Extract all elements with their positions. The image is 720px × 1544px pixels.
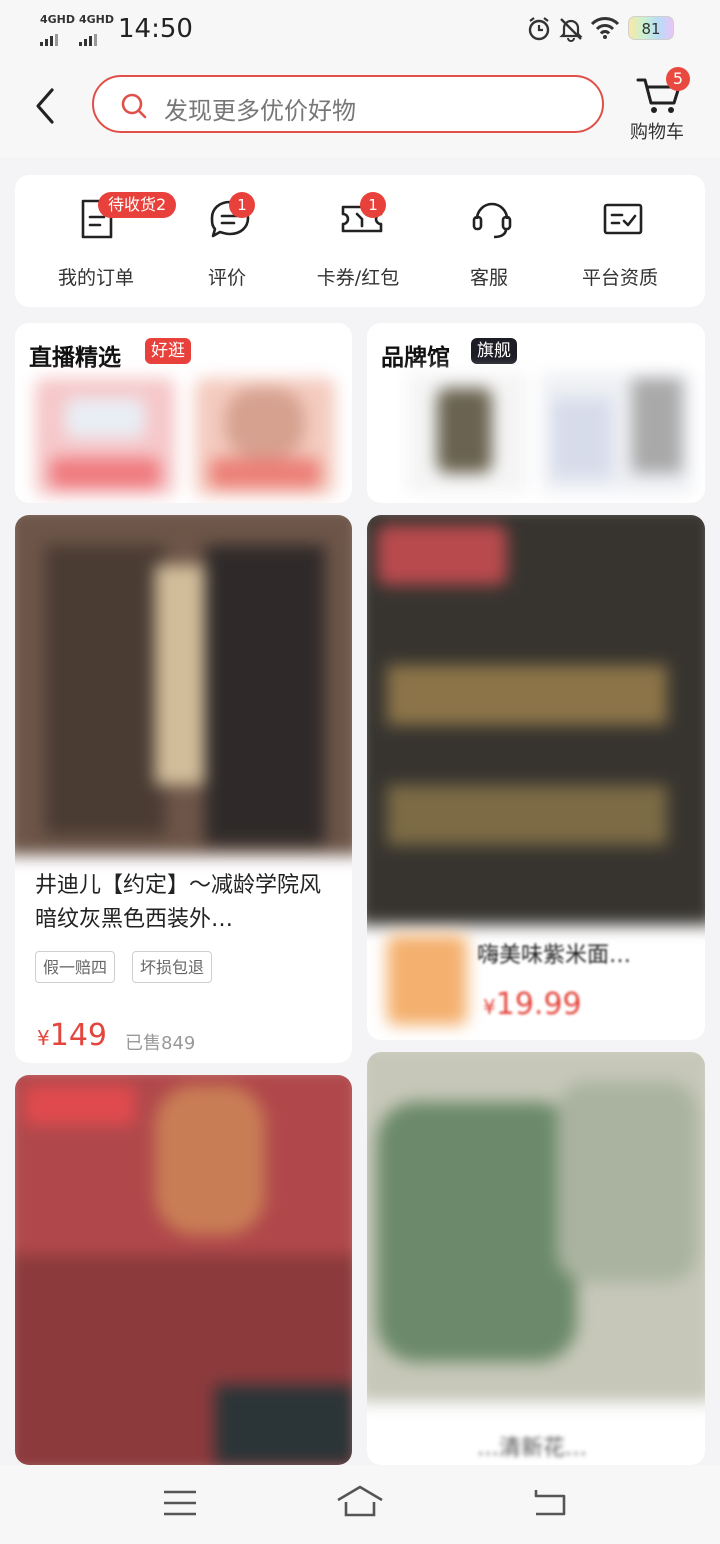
product-title: 井迪儿【约定】～减龄学院风暗纹灰黑色西装外…: [35, 873, 322, 932]
clock: 14:50: [118, 14, 193, 44]
section-title: 直播精选: [29, 345, 121, 371]
reviews-badge: 1: [229, 192, 255, 218]
certificate-icon: [603, 203, 643, 235]
sim1-label: 4GHD: [40, 13, 76, 26]
price-currency: ¥: [37, 1026, 50, 1050]
guarantee-chip: 坏损包退: [132, 951, 213, 983]
live-thumbnail: [35, 378, 175, 496]
product-price: ¥19.99: [483, 987, 582, 1022]
sim2-label: 4GHD: [79, 13, 115, 26]
brand-thumbnail: [542, 373, 692, 493]
menu-label: 客服: [469, 267, 508, 289]
search-input[interactable]: 发现更多优价好物: [92, 75, 604, 133]
live-picks-card[interactable]: 直播精选 好逛: [15, 323, 352, 503]
product-image: [15, 1075, 352, 1465]
live-thumbnail: [195, 378, 335, 496]
sold-count: 已售849: [125, 1033, 196, 1054]
bell-off-icon: [559, 18, 583, 42]
menu-item-qualification[interactable]: 平台资质: [551, 175, 689, 307]
menu-item-coupons[interactable]: 卡券/红包: [289, 175, 427, 307]
product-price: ¥149: [37, 1018, 107, 1053]
menu-label: 我的订单: [57, 267, 134, 289]
alarm-icon: [528, 17, 550, 41]
menu-label: 卡券/红包: [316, 267, 400, 289]
product-image: [15, 515, 352, 855]
home-icon[interactable]: [336, 1484, 384, 1520]
headset-icon: [472, 202, 512, 239]
coupons-badge: 1: [360, 192, 386, 218]
price-currency: ¥: [483, 995, 496, 1019]
section-tag: 旗舰: [471, 338, 517, 364]
wifi-icon: [590, 17, 620, 39]
menu-icon[interactable]: [162, 1488, 198, 1518]
product-image: [367, 1052, 705, 1402]
menu-item-reviews[interactable]: 评价: [158, 175, 296, 307]
product-title: …清新花…: [477, 1436, 588, 1461]
price-value: 19.99: [495, 987, 582, 1022]
brand-hall-card[interactable]: 品牌馆 旗舰: [367, 323, 705, 503]
back-nav-icon[interactable]: [530, 1486, 568, 1518]
product-thumbnail: [387, 935, 467, 1025]
guarantee-chip: 假一赔四: [35, 951, 116, 983]
product-card[interactable]: …清新花…: [367, 1052, 705, 1465]
status-bar: 4GHD 4GHD 14:50 81: [0, 0, 720, 58]
product-image: [367, 515, 705, 925]
menu-item-service[interactable]: 客服: [420, 175, 558, 307]
signal-icon: [40, 27, 60, 46]
signal-icon: [79, 27, 99, 46]
menu-label: 评价: [207, 267, 246, 289]
section-title: 品牌馆: [381, 345, 450, 371]
product-card[interactable]: 嗨美味紫米面… ¥19.99: [367, 515, 705, 1040]
pending-delivery-badge: 待收货2: [98, 192, 177, 218]
section-tag: 好逛: [145, 338, 191, 364]
search-placeholder: 发现更多优价好物: [164, 97, 356, 125]
price-value: 149: [49, 1018, 107, 1053]
cart-label[interactable]: 购物车: [630, 118, 684, 144]
product-title: 嗨美味紫米面…: [477, 943, 632, 968]
product-card[interactable]: [15, 1075, 352, 1465]
back-arrow-icon[interactable]: [30, 86, 60, 126]
cart-count-badge: 5: [666, 67, 690, 91]
search-icon: [121, 93, 147, 119]
menu-label: 平台资质: [581, 267, 658, 289]
brand-thumbnail: [407, 373, 527, 493]
battery-icon: 81: [628, 16, 674, 40]
product-card[interactable]: 井迪儿【约定】～减龄学院风暗纹灰黑色西装外… 假一赔四 坏损包退 ¥149 已售…: [15, 515, 352, 1063]
